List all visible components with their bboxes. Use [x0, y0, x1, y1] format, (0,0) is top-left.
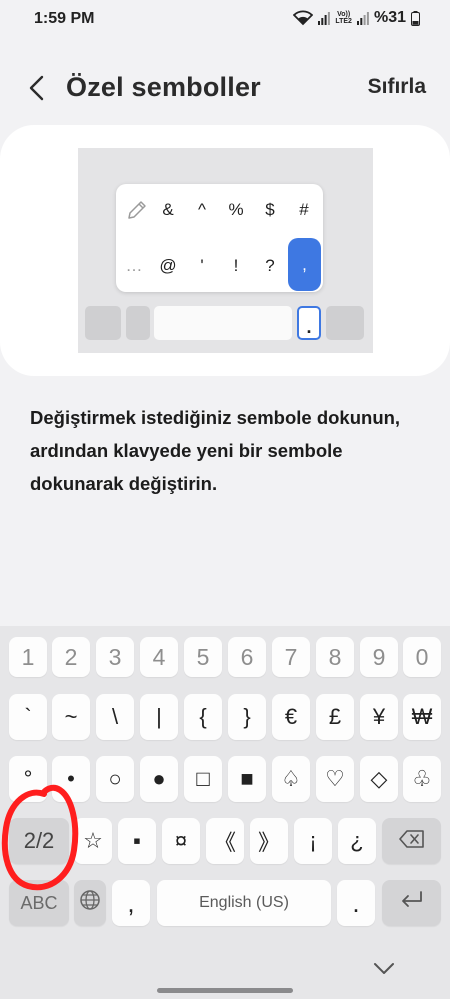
signal-bars-icon — [318, 11, 331, 25]
page-title: Özel semboller — [66, 72, 261, 102]
preview-symbol[interactable]: $ — [255, 190, 285, 230]
key-symbol[interactable]: 》 — [250, 818, 288, 864]
symbol-popup: & ^ % $ # … @ ' ! ? , — [116, 184, 323, 292]
page-toggle-key[interactable]: 2/2 — [9, 818, 69, 864]
selected-symbol[interactable]: , — [288, 238, 321, 291]
key-symbol[interactable]: ♧ — [403, 756, 441, 802]
keyboard-preview: & ^ % $ # … @ ' ! ? , . — [78, 148, 373, 353]
reset-button[interactable]: Sıfırla — [368, 75, 426, 99]
status-icons: Vo)) LTE2 %31 — [293, 9, 420, 27]
key-symbol[interactable]: ○ — [96, 756, 134, 802]
key-symbol[interactable]: ¡ — [294, 818, 332, 864]
key-symbol[interactable]: ▪ — [118, 818, 156, 864]
preview-symbol[interactable]: @ — [153, 246, 183, 286]
language-key[interactable] — [74, 880, 106, 926]
key-symbol[interactable]: ♤ — [272, 756, 310, 802]
key-symbol[interactable]: \ — [96, 694, 134, 740]
navigation-handle[interactable] — [157, 988, 293, 993]
preview-symbol[interactable]: ! — [221, 246, 251, 286]
key-number[interactable]: 7 — [272, 637, 310, 677]
period-key[interactable]: . — [337, 880, 375, 926]
preview-symbol[interactable]: & — [153, 190, 183, 230]
key-symbol[interactable]: ♡ — [316, 756, 354, 802]
preview-symbol[interactable]: ^ — [187, 190, 217, 230]
keyboard: 1 2 3 4 5 6 7 8 9 0 ` ~ \ | { } € £ ¥ ₩ … — [0, 626, 450, 999]
key-symbol[interactable]: ¥ — [360, 694, 398, 740]
key-number[interactable]: 3 — [96, 637, 134, 677]
key-symbol[interactable]: ☆ — [74, 818, 112, 864]
key-number[interactable]: 6 — [228, 637, 266, 677]
key-number[interactable]: 8 — [316, 637, 354, 677]
key-symbol[interactable]: ° — [9, 756, 47, 802]
preview-symbol[interactable]: % — [221, 190, 251, 230]
pencil-icon[interactable] — [122, 190, 152, 230]
battery-percent: %31 — [373, 9, 406, 26]
preview-symbol[interactable]: … — [119, 246, 149, 286]
back-icon[interactable] — [26, 74, 50, 102]
key-symbol[interactable]: • — [52, 756, 90, 802]
key-symbol[interactable]: 《 — [206, 818, 244, 864]
space-key[interactable]: English (US) — [157, 880, 331, 926]
backspace-icon — [398, 828, 425, 854]
key-number[interactable]: 4 — [140, 637, 178, 677]
key-symbol[interactable]: ◇ — [360, 756, 398, 802]
globe-icon — [79, 889, 101, 917]
abc-key[interactable]: ABC — [9, 880, 69, 926]
key-symbol[interactable]: ~ — [52, 694, 90, 740]
key-symbol[interactable]: ` — [9, 694, 47, 740]
key-number[interactable]: 1 — [9, 637, 47, 677]
backspace-key[interactable] — [382, 818, 441, 864]
preview-symbol[interactable]: ' — [187, 246, 217, 286]
hide-keyboard-icon[interactable] — [373, 962, 395, 976]
preview-symbol[interactable]: # — [289, 190, 319, 230]
key-number[interactable]: 2 — [52, 637, 90, 677]
key-symbol[interactable]: | — [140, 694, 178, 740]
mini-key — [326, 306, 364, 340]
signal-bars-icon-2 — [356, 11, 369, 25]
key-symbol[interactable]: £ — [316, 694, 354, 740]
key-number[interactable]: 0 — [403, 637, 441, 677]
mini-key — [85, 306, 121, 340]
key-symbol[interactable]: ● — [140, 756, 178, 802]
key-symbol[interactable]: ¿ — [338, 818, 376, 864]
key-number[interactable]: 5 — [184, 637, 222, 677]
volte-label: Vo)) LTE2 — [335, 11, 352, 25]
preview-card: & ^ % $ # … @ ' ! ? , . — [0, 125, 450, 376]
status-time: 1:59 PM — [34, 10, 95, 27]
comma-key[interactable]: , — [112, 880, 150, 926]
enter-icon — [399, 890, 425, 916]
key-symbol[interactable]: □ — [184, 756, 222, 802]
key-symbol[interactable]: ■ — [228, 756, 266, 802]
preview-symbol[interactable]: ? — [255, 246, 285, 286]
key-symbol[interactable]: € — [272, 694, 310, 740]
key-symbol[interactable]: ₩ — [403, 694, 441, 740]
key-symbol[interactable]: { — [184, 694, 222, 740]
battery-icon — [411, 10, 420, 26]
wifi-icon — [293, 10, 314, 26]
status-bar: 1:59 PM Vo)) LTE2 %31 — [0, 0, 450, 38]
key-symbol[interactable]: } — [228, 694, 266, 740]
key-symbol[interactable]: ¤ — [162, 818, 200, 864]
enter-key[interactable] — [382, 880, 441, 926]
mini-key — [126, 306, 150, 340]
instruction-text: Değiştirmek istediğiniz sembole dokunun,… — [30, 407, 401, 494]
key-number[interactable]: 9 — [360, 637, 398, 677]
mini-space-key — [154, 306, 292, 340]
mini-dot-key[interactable]: . — [297, 306, 321, 340]
